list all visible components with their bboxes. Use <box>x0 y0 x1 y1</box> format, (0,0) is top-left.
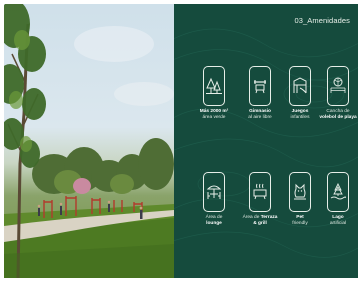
lake-icon <box>330 183 346 200</box>
amenities-panel: 03_Amenidades Más 2000 m² área verde Gim… <box>174 4 358 278</box>
slide: 03_Amenidades Más 2000 m² área verde Gim… <box>4 4 358 278</box>
amenity-green-area: Más 2000 m² área verde <box>192 66 236 121</box>
trees-icon <box>206 77 222 94</box>
amenity-tile <box>289 172 311 212</box>
park-illustration <box>4 4 174 278</box>
grill-icon <box>253 183 267 200</box>
amenity-tile <box>327 66 349 106</box>
pet-icon <box>294 183 306 200</box>
dumbbell-icon <box>254 80 266 94</box>
topographic-pattern <box>174 28 358 258</box>
amenity-lounge: Área de lounge <box>192 172 236 227</box>
amenity-terrace-grill: Área de Terraza & grill <box>238 172 282 227</box>
park-rendering-image <box>4 4 174 278</box>
umbrella-table-icon <box>206 185 222 199</box>
amenity-tile <box>249 172 271 212</box>
amenity-outdoor-gym: Gimnasio al aire libre <box>238 66 282 121</box>
playground-icon <box>293 77 307 94</box>
volleyball-icon <box>330 77 346 93</box>
amenity-tile <box>203 66 225 106</box>
amenity-tile <box>327 172 349 212</box>
section-title: 03_Amenidades <box>294 16 350 25</box>
amenity-tile <box>249 66 271 106</box>
amenity-tile <box>203 172 225 212</box>
amenity-beach-volleyball: Cancha de volebol de playa <box>316 66 358 121</box>
amenity-artificial-lake: Lago artificial <box>316 172 358 227</box>
amenity-tile <box>289 66 311 106</box>
